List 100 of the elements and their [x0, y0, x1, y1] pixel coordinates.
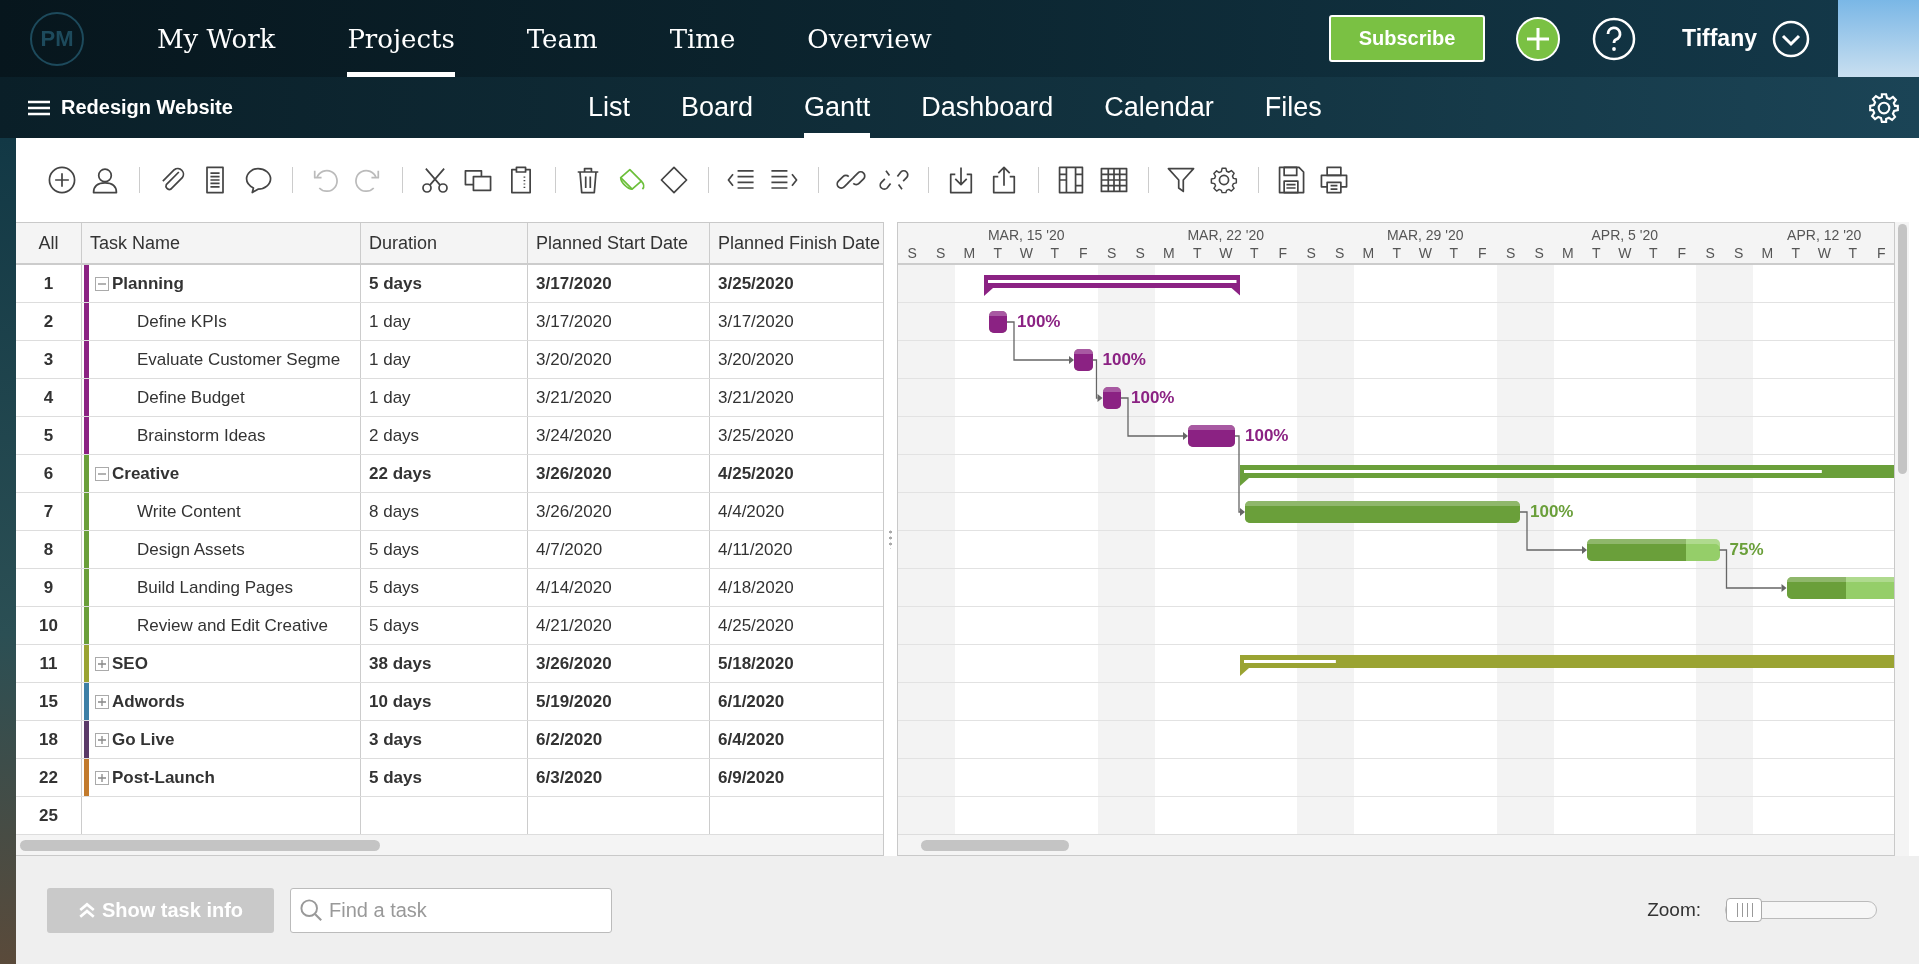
day-letter: T	[1647, 245, 1659, 261]
day-letter: M	[1560, 245, 1575, 261]
nav-link[interactable]: Time	[669, 0, 736, 77]
duration-cell: 10 days	[361, 683, 528, 720]
day-letter: T	[992, 245, 1004, 261]
day-letter: M	[1161, 245, 1176, 261]
start-date-cell: 3/26/2020	[528, 455, 710, 492]
view-tab[interactable]: List	[588, 77, 631, 138]
scrollbar[interactable]	[20, 840, 380, 851]
task-name[interactable]: SEO	[112, 653, 148, 674]
progress-label: 100%	[1530, 502, 1574, 522]
column-header[interactable]: Planned Start Date	[528, 223, 710, 263]
start-date-cell: 5/19/2020	[528, 683, 710, 720]
zoom-label: Zoom:	[1647, 899, 1701, 921]
row-number: 2	[16, 303, 82, 340]
day-letter: S	[1106, 245, 1118, 261]
row-number: 7	[16, 493, 82, 530]
task-name[interactable]: Build Landing Pages	[137, 577, 293, 598]
finish-date-cell-text: 4/25/2020	[717, 462, 795, 485]
nav-link[interactable]: My Work	[157, 0, 276, 77]
add-icon[interactable]	[1515, 15, 1561, 62]
row-number: 15	[16, 683, 82, 720]
progress-label: 75%	[1729, 540, 1764, 560]
day-letter: T	[1248, 245, 1260, 261]
week-label: MAR, 22 '20	[1187, 227, 1265, 243]
duration-cell: 22 days	[361, 455, 528, 492]
duration-cell: 38 days	[361, 645, 528, 682]
column-header[interactable]: Task Name	[82, 223, 361, 263]
task-name[interactable]: Adwords	[112, 691, 185, 712]
week-label: APR, 5 '20	[1591, 227, 1658, 243]
view-tab[interactable]: Dashboard	[921, 77, 1054, 138]
finish-date-cell-text: 3/25/2020	[717, 424, 795, 447]
view-tab[interactable]: Files	[1264, 77, 1322, 138]
duration-cell: 3 days	[361, 721, 528, 758]
column-header[interactable]: All	[16, 223, 82, 263]
duration-cell: 5 days	[361, 569, 528, 606]
row-number: 8	[16, 531, 82, 568]
day-letter: F	[1676, 245, 1688, 261]
task-name[interactable]: Post-Launch	[112, 767, 215, 788]
week-label: APR, 12 '20	[1787, 227, 1862, 243]
day-letter: S	[906, 245, 918, 261]
menu-icon[interactable]	[28, 99, 50, 116]
progress-label: 100%	[1245, 426, 1289, 446]
duration-cell: 2 days	[361, 417, 528, 454]
scrollbar[interactable]	[1898, 224, 1907, 474]
plus-circle-icon[interactable]	[46, 164, 78, 196]
day-letter: T	[1049, 245, 1061, 261]
print-icon[interactable]	[1318, 164, 1350, 196]
task-bar[interactable]	[988, 311, 1007, 333]
finish-date-cell-text: 4/4/2020	[717, 500, 786, 523]
user-name[interactable]: Tiffany	[1682, 25, 1757, 52]
row-number: 9	[16, 569, 82, 606]
task-bar[interactable]	[1074, 349, 1093, 371]
settings-icon[interactable]	[1867, 90, 1901, 125]
day-letter: F	[1476, 245, 1488, 261]
duration-cell: 5 days	[361, 607, 528, 644]
task-name[interactable]: Evaluate Customer Segme	[137, 349, 341, 370]
day-letter: M	[1361, 245, 1376, 261]
task-name[interactable]: Go Live	[112, 729, 175, 750]
day-letter: S	[1733, 245, 1745, 261]
task-name[interactable]: Brainstorm Ideas	[137, 425, 266, 446]
progress-label: 100%	[1131, 388, 1175, 408]
finish-date-cell-text: 4/25/2020	[717, 614, 795, 637]
zoom-slider[interactable]	[1725, 901, 1877, 919]
view-tab[interactable]: Calendar	[1104, 77, 1214, 138]
start-date-cell: 3/17/2020	[528, 265, 710, 302]
finish-date-cell-text: 3/25/2020	[717, 272, 795, 295]
day-letter: M	[962, 245, 977, 261]
task-name[interactable]: Design Assets	[137, 539, 245, 560]
task-name[interactable]: Define Budget	[137, 387, 245, 408]
start-date-cell: 4/14/2020	[528, 569, 710, 606]
slider-thumb[interactable]	[1726, 898, 1762, 922]
chevron-down-icon[interactable]	[1771, 18, 1811, 59]
task-name[interactable]: Review and Edit Creative	[137, 615, 328, 636]
nav-link[interactable]: Overview	[807, 0, 932, 77]
week-label: MAR, 15 '20	[987, 227, 1065, 243]
day-letter: S	[1334, 245, 1346, 261]
diamond-icon[interactable]	[658, 164, 690, 196]
summary-bar[interactable]	[983, 275, 1240, 296]
nav-link[interactable]: Team	[526, 0, 598, 77]
duration-cell: 5 days	[361, 265, 528, 302]
duration-cell: 8 days	[361, 493, 528, 530]
row-number: 3	[16, 341, 82, 378]
start-date-cell: 3/26/2020	[528, 645, 710, 682]
splitter-handle[interactable]	[889, 529, 892, 549]
day-letter: S	[1134, 245, 1146, 261]
day-letter: T	[1847, 245, 1859, 261]
scrollbar[interactable]	[921, 840, 1069, 851]
task-name[interactable]: Planning	[112, 273, 184, 294]
start-date-cell: 4/7/2020	[528, 531, 710, 568]
project-title: Redesign Website	[61, 96, 233, 119]
finish-date-cell-text: 3/20/2020	[717, 348, 795, 371]
search-field[interactable]: Find a task	[290, 887, 612, 933]
task-name[interactable]: Define KPIs	[137, 311, 227, 332]
view-tab[interactable]: Board	[681, 77, 754, 138]
help-icon[interactable]	[1591, 15, 1637, 62]
column-header[interactable]: Planned Finish Date	[710, 223, 883, 263]
task-name[interactable]: Creative	[112, 463, 180, 484]
column-header[interactable]: Duration	[361, 223, 528, 263]
task-name[interactable]: Write Content	[137, 501, 241, 522]
